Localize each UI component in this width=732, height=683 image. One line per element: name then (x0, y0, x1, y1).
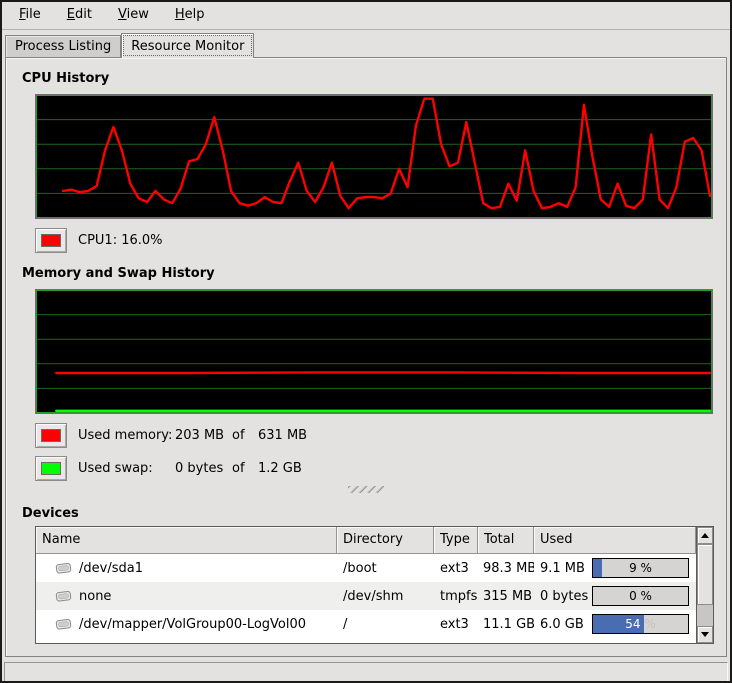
device-type: ext3 (434, 617, 478, 632)
menu-view[interactable]: View (107, 2, 160, 29)
menu-help[interactable]: Help (164, 2, 216, 29)
scrollbar-up-button[interactable] (697, 527, 713, 544)
device-total: 315 MB (478, 589, 534, 604)
pane-resize-handle[interactable] (6, 486, 726, 494)
grip-marks-icon (348, 486, 384, 493)
device-total: 11.1 GB (478, 617, 534, 632)
cpu-legend: CPU1: 16.0% (35, 228, 726, 253)
column-header-directory[interactable]: Directory (337, 527, 434, 554)
menu-edit[interactable]: Edit (56, 2, 103, 29)
cpu-color-swatch (41, 234, 61, 247)
memory-legend-row: Used memory: 203 MB of 631 MB (35, 423, 726, 448)
usage-progress-bar: 0 %0 % (592, 586, 689, 606)
memory-color-swatch (41, 429, 61, 442)
swap-used-value: 0 bytes (175, 461, 232, 476)
cpu-legend-label: CPU1: 16.0% (78, 233, 163, 248)
memory-legend-label: Used memory: (78, 428, 175, 443)
memory-color-button[interactable] (35, 423, 67, 448)
arrow-up-icon (701, 533, 709, 538)
device-type: tmpfs (434, 589, 478, 604)
device-directory: /boot (337, 561, 434, 576)
disk-icon (55, 561, 72, 575)
usage-progress-bar: 9 %9 % (592, 558, 689, 578)
tab-bar: Process Listing Resource Monitor (2, 30, 730, 57)
swap-of-text: of (232, 461, 258, 476)
disk-icon (55, 617, 72, 631)
menu-file[interactable]: File (8, 2, 52, 29)
app-window: File Edit View Help Process Listing Reso… (0, 0, 732, 683)
usage-percent-label: 9 % (593, 559, 688, 577)
device-row[interactable]: none/dev/shmtmpfs315 MB0 bytes0 %0 % (36, 582, 696, 610)
memory-history-title: Memory and Swap History (22, 266, 726, 281)
cpu-history-chart (35, 94, 713, 219)
column-header-type[interactable]: Type (434, 527, 478, 554)
device-directory: /dev/shm (337, 589, 434, 604)
column-header-used[interactable]: Used (534, 527, 696, 554)
memory-history-plot (36, 290, 712, 413)
tab-process-listing[interactable]: Process Listing (5, 35, 121, 57)
device-row[interactable]: /dev/sda1/bootext398.3 MB9.1 MB9 %9 % (36, 554, 696, 582)
devices-title: Devices (22, 506, 726, 521)
devices-scrollbar[interactable] (696, 527, 713, 643)
device-name: none (79, 589, 111, 604)
device-used: 9.1 MB (534, 561, 590, 576)
usage-percent-label-inverse: 54 % (593, 615, 644, 633)
resource-monitor-panel: CPU History CPU1: 16.0% Memory and Swap … (5, 57, 727, 657)
usage-percent-label: 0 % (593, 587, 688, 605)
device-name: /dev/sda1 (79, 561, 143, 576)
device-total: 98.3 MB (478, 561, 534, 576)
devices-table-header: NameDirectoryTypeTotalUsed (36, 527, 696, 554)
memory-of-text: of (232, 428, 258, 443)
swap-legend-label: Used swap: (78, 461, 175, 476)
devices-table-body: /dev/sda1/bootext398.3 MB9.1 MB9 %9 %non… (36, 554, 696, 638)
memory-history-chart (35, 289, 713, 414)
tab-resource-monitor[interactable]: Resource Monitor (121, 33, 254, 58)
swap-color-swatch (41, 462, 61, 475)
column-header-total[interactable]: Total (478, 527, 534, 554)
menu-bar: File Edit View Help (2, 2, 730, 30)
cpu-history-plot (36, 95, 712, 218)
usage-percent-label-inverse: 9 % (593, 559, 602, 577)
swap-color-button[interactable] (35, 456, 67, 481)
cpu-history-title: CPU History (22, 71, 726, 86)
device-used: 6.0 GB (534, 617, 590, 632)
usage-progress-bar: 54 %54 % (592, 614, 689, 634)
memory-used-value: 203 MB (175, 428, 232, 443)
device-row[interactable]: /dev/mapper/VolGroup00-LogVol00 /ext311.1… (36, 610, 696, 638)
cpu-color-button[interactable] (35, 228, 67, 253)
swap-legend-row: Used swap: 0 bytes of 1.2 GB (35, 456, 726, 481)
thumb-grip-icon (701, 568, 710, 582)
device-name: /dev/mapper/VolGroup00-LogVol00 (79, 617, 306, 632)
arrow-down-icon (701, 632, 709, 637)
status-bar (4, 662, 728, 682)
scrollbar-trough[interactable] (697, 605, 713, 626)
devices-table: NameDirectoryTypeTotalUsed /dev/sda1/boo… (35, 526, 714, 644)
disk-icon (55, 589, 72, 603)
device-directory: / (337, 617, 434, 632)
scrollbar-down-button[interactable] (697, 626, 713, 643)
scrollbar-thumb[interactable] (697, 544, 713, 605)
memory-total-value: 631 MB (258, 428, 307, 443)
swap-total-value: 1.2 GB (258, 461, 302, 476)
device-type: ext3 (434, 561, 478, 576)
device-used: 0 bytes (534, 589, 590, 604)
column-header-name[interactable]: Name (36, 527, 337, 554)
